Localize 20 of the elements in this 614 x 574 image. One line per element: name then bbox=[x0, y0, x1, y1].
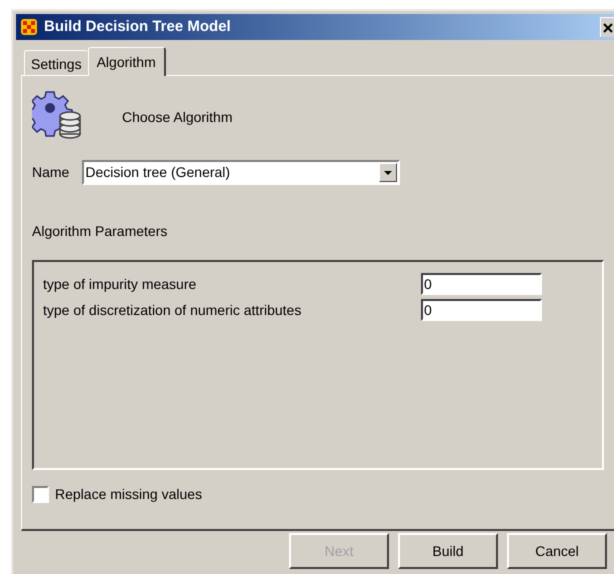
checkbox-label: Replace missing values bbox=[55, 485, 202, 504]
algorithm-dropdown[interactable]: Decision tree (General) bbox=[82, 160, 400, 185]
close-icon bbox=[603, 22, 613, 32]
close-button[interactable] bbox=[600, 17, 614, 37]
section-heading: Choose Algorithm bbox=[122, 108, 233, 127]
checkbox[interactable] bbox=[32, 486, 49, 503]
name-label: Name bbox=[32, 163, 70, 182]
section-label: Algorithm Parameters bbox=[32, 222, 168, 241]
caret-icon bbox=[384, 170, 392, 174]
app-icon bbox=[20, 18, 38, 36]
parameter-label: type of impurity measure bbox=[43, 274, 198, 294]
dialog-button[interactable]: Cancel bbox=[507, 533, 607, 569]
window-title: Build Decision Tree Model bbox=[44, 16, 231, 37]
dialog-button[interactable]: Build bbox=[398, 533, 498, 569]
parameter-label: type of discretization of numeric attributes bbox=[43, 300, 302, 320]
parameter-field[interactable]: 0 bbox=[421, 273, 542, 295]
parameter-field[interactable]: 0 bbox=[421, 299, 542, 321]
tab[interactable]: Settings bbox=[24, 50, 88, 75]
tab[interactable]: Algorithm bbox=[88, 47, 166, 76]
dropdown-arrow-button[interactable] bbox=[379, 163, 398, 182]
